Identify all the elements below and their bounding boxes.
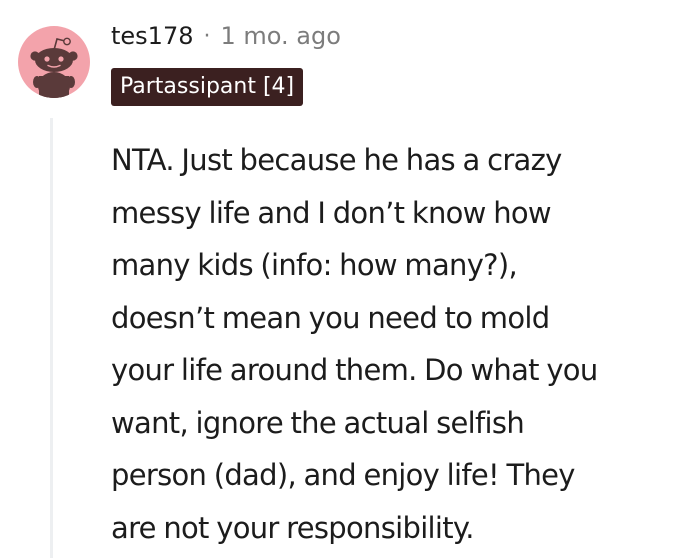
comment-body-line: want, ignore the actual selfish xyxy=(111,405,525,440)
comment-body-line: are not your responsibility. xyxy=(111,510,474,545)
comment-body: NTA. Just because he has a crazy messy l… xyxy=(111,134,697,554)
comment-timestamp[interactable]: 1 mo. ago xyxy=(221,22,341,50)
comment-body-line: doesn’t mean you need to mold xyxy=(111,300,550,335)
comment: tes178 · 1 mo. ago Partassipant [4] NTA.… xyxy=(0,0,700,558)
thread-collapse-line[interactable] xyxy=(50,118,53,558)
user-flair-badge: Partassipant [4] xyxy=(111,68,304,106)
reddit-snoo-avatar-icon xyxy=(30,37,78,98)
user-avatar[interactable] xyxy=(18,26,90,98)
comment-body-line: person (dad), and enjoy life! They xyxy=(111,458,575,492)
meta-separator: · xyxy=(203,23,211,49)
comment-author-username[interactable]: tes178 xyxy=(111,22,194,50)
comment-body-line: messy life and I don’t know how xyxy=(111,195,552,230)
comment-meta: tes178 · 1 mo. ago xyxy=(111,20,341,52)
comment-body-line: your life around them. Do what you xyxy=(111,353,598,387)
comment-body-line: many kids (info: how many?), xyxy=(111,248,518,282)
comment-body-line: NTA. Just because he has a crazy xyxy=(111,143,562,177)
